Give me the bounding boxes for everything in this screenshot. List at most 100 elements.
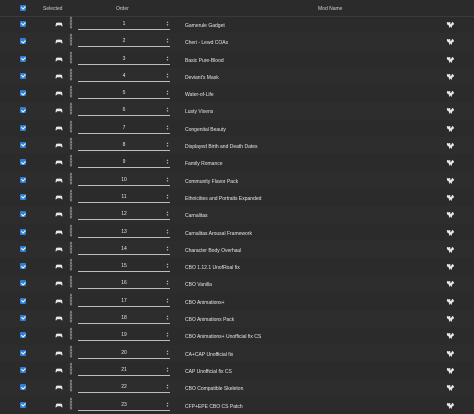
mod-selected-checkbox[interactable] xyxy=(20,55,26,62)
order-input[interactable]: 6 ▲ ▼ xyxy=(78,107,170,117)
reorder-arrows[interactable]: ˄ ˄ ˅ ˅ xyxy=(68,189,74,204)
dragon-icon[interactable] xyxy=(446,142,455,150)
order-input[interactable]: 11 ▲ ▼ xyxy=(78,193,170,203)
order-stepper[interactable]: ▲ ▼ xyxy=(166,228,169,235)
mod-selected-checkbox[interactable] xyxy=(20,193,26,200)
order-stepper[interactable]: ▲ ▼ xyxy=(166,159,169,165)
dragon-icon[interactable] xyxy=(446,107,455,115)
mod-selected-checkbox[interactable] xyxy=(20,72,26,79)
order-stepper[interactable]: ▲ ▼ xyxy=(166,38,169,44)
dragon-icon[interactable] xyxy=(446,246,455,254)
reorder-arrows[interactable]: ˄ ˄ ˅ ˅ xyxy=(68,138,74,152)
order-input[interactable]: 10 ▲ ▼ xyxy=(78,176,170,186)
mod-selected-checkbox[interactable] xyxy=(20,211,26,218)
order-stepper[interactable]: ▲ ▼ xyxy=(166,193,169,200)
move-to-bottom-icon[interactable]: ˅ xyxy=(68,60,74,65)
mod-selected-checkbox[interactable] xyxy=(20,228,26,235)
mod-selected-checkbox[interactable] xyxy=(20,332,26,339)
dragon-icon[interactable] xyxy=(446,38,455,46)
order-stepper[interactable]: ▲ ▼ xyxy=(166,90,169,96)
mod-selected-checkbox[interactable] xyxy=(20,297,26,304)
order-input[interactable]: 17 ▲ ▼ xyxy=(78,297,170,307)
order-input[interactable]: 2 ▲ ▼ xyxy=(78,38,170,48)
dragon-icon[interactable] xyxy=(446,384,455,392)
move-to-bottom-icon[interactable]: ˅ xyxy=(68,198,74,203)
selected-column-header[interactable]: Selected xyxy=(43,6,62,12)
dragon-icon[interactable] xyxy=(446,73,455,81)
move-to-bottom-icon[interactable]: ˅ xyxy=(68,129,74,134)
order-stepper[interactable]: ▲ ▼ xyxy=(166,384,169,390)
move-to-bottom-icon[interactable]: ˅ xyxy=(68,302,74,307)
move-to-bottom-icon[interactable]: ˅ xyxy=(68,112,74,117)
order-input[interactable]: 18 ▲ ▼ xyxy=(78,315,170,325)
order-stepper[interactable]: ▲ ▼ xyxy=(166,107,169,113)
reorder-arrows[interactable]: ˄ ˄ ˅ ˅ xyxy=(68,224,74,239)
mod-selected-checkbox[interactable] xyxy=(20,401,26,408)
order-stepper[interactable]: ▲ ▼ xyxy=(166,349,169,356)
move-to-bottom-icon[interactable]: ˅ xyxy=(68,216,74,221)
dragon-icon[interactable] xyxy=(446,177,455,185)
move-to-bottom-icon[interactable]: ˅ xyxy=(68,337,74,342)
order-input[interactable]: 22 ▲ ▼ xyxy=(78,384,170,394)
reorder-arrows[interactable]: ˄ ˄ ˅ ˅ xyxy=(68,276,74,290)
reorder-arrows[interactable]: ˄ ˄ ˅ ˅ xyxy=(68,51,74,66)
order-stepper[interactable]: ▲ ▼ xyxy=(166,332,169,338)
move-to-bottom-icon[interactable]: ˅ xyxy=(68,320,74,325)
move-to-bottom-icon[interactable]: ˅ xyxy=(68,77,74,82)
move-to-bottom-icon[interactable]: ˅ xyxy=(68,268,74,273)
order-stepper[interactable]: ▲ ▼ xyxy=(166,211,169,217)
move-to-bottom-icon[interactable]: ˅ xyxy=(68,354,74,359)
mod-selected-checkbox[interactable] xyxy=(20,349,26,356)
reorder-arrows[interactable]: ˄ ˄ ˅ ˅ xyxy=(68,241,74,256)
reorder-arrows[interactable]: ˄ ˄ ˅ ˅ xyxy=(68,397,74,412)
order-stepper[interactable]: ▲ ▼ xyxy=(166,245,169,252)
order-input[interactable]: 9 ▲ ▼ xyxy=(78,159,170,169)
reorder-arrows[interactable]: ˄ ˄ ˅ ˅ xyxy=(68,155,74,169)
move-to-bottom-icon[interactable]: ˅ xyxy=(68,233,74,238)
reorder-arrows[interactable]: ˄ ˄ ˅ ˅ xyxy=(68,86,74,100)
reorder-arrows[interactable]: ˄ ˄ ˅ ˅ xyxy=(68,311,74,325)
reorder-arrows[interactable]: ˄ ˄ ˅ ˅ xyxy=(68,120,74,135)
select-all-checkbox[interactable] xyxy=(20,5,26,11)
move-to-bottom-icon[interactable]: ˅ xyxy=(68,285,74,290)
order-stepper[interactable]: ▲ ▼ xyxy=(166,263,169,269)
move-to-bottom-icon[interactable]: ˅ xyxy=(68,43,74,48)
order-input[interactable]: 12 ▲ ▼ xyxy=(78,211,170,221)
mod-selected-checkbox[interactable] xyxy=(20,90,26,97)
dragon-icon[interactable] xyxy=(446,194,455,202)
mod-selected-checkbox[interactable] xyxy=(20,142,26,149)
move-to-bottom-icon[interactable]: ˅ xyxy=(68,95,74,100)
order-input[interactable]: 15 ▲ ▼ xyxy=(78,263,170,273)
dragon-icon[interactable] xyxy=(446,229,455,237)
order-input[interactable]: 19 ▲ ▼ xyxy=(78,332,170,342)
reorder-arrows[interactable]: ˄ ˄ ˅ ˅ xyxy=(68,207,74,221)
mod-selected-checkbox[interactable] xyxy=(20,176,26,183)
order-input[interactable]: 14 ▲ ▼ xyxy=(78,245,170,255)
order-stepper[interactable]: ▲ ▼ xyxy=(166,21,169,27)
dragon-icon[interactable] xyxy=(446,315,455,323)
mod-selected-checkbox[interactable] xyxy=(20,315,26,322)
mod-selected-checkbox[interactable] xyxy=(20,107,26,114)
mod-selected-checkbox[interactable] xyxy=(20,263,26,270)
order-input[interactable]: 1 ▲ ▼ xyxy=(78,21,170,30)
move-to-bottom-icon[interactable]: ˅ xyxy=(68,147,74,152)
mod-selected-checkbox[interactable] xyxy=(20,245,26,252)
reorder-arrows[interactable]: ˄ ˄ ˅ ˅ xyxy=(68,103,74,117)
order-stepper[interactable]: ▲ ▼ xyxy=(166,401,169,408)
reorder-arrows[interactable]: ˄ ˄ ˅ ˅ xyxy=(68,34,74,48)
dragon-icon[interactable] xyxy=(446,350,455,358)
reorder-arrows[interactable]: ˄ ˄ ˅ ˅ xyxy=(68,172,74,187)
reorder-arrows[interactable]: ˄ ˄ ˅ ˅ xyxy=(68,68,74,83)
order-stepper[interactable]: ▲ ▼ xyxy=(166,366,169,373)
order-input[interactable]: 7 ▲ ▼ xyxy=(78,124,170,134)
reorder-arrows[interactable]: ˄ ˄ ˅ ˅ xyxy=(68,293,74,308)
order-stepper[interactable]: ▲ ▼ xyxy=(166,55,169,62)
order-input[interactable]: 21 ▲ ▼ xyxy=(78,366,170,376)
move-to-bottom-icon[interactable]: ˅ xyxy=(68,389,74,394)
reorder-arrows[interactable]: ˄ ˄ ˅ ˅ xyxy=(68,380,74,394)
mod-name-column-header[interactable]: Mod Name xyxy=(318,6,342,12)
dragon-icon[interactable] xyxy=(446,402,455,410)
order-input[interactable]: 8 ▲ ▼ xyxy=(78,142,170,152)
order-stepper[interactable]: ▲ ▼ xyxy=(166,176,169,183)
order-stepper[interactable]: ▲ ▼ xyxy=(166,315,169,321)
